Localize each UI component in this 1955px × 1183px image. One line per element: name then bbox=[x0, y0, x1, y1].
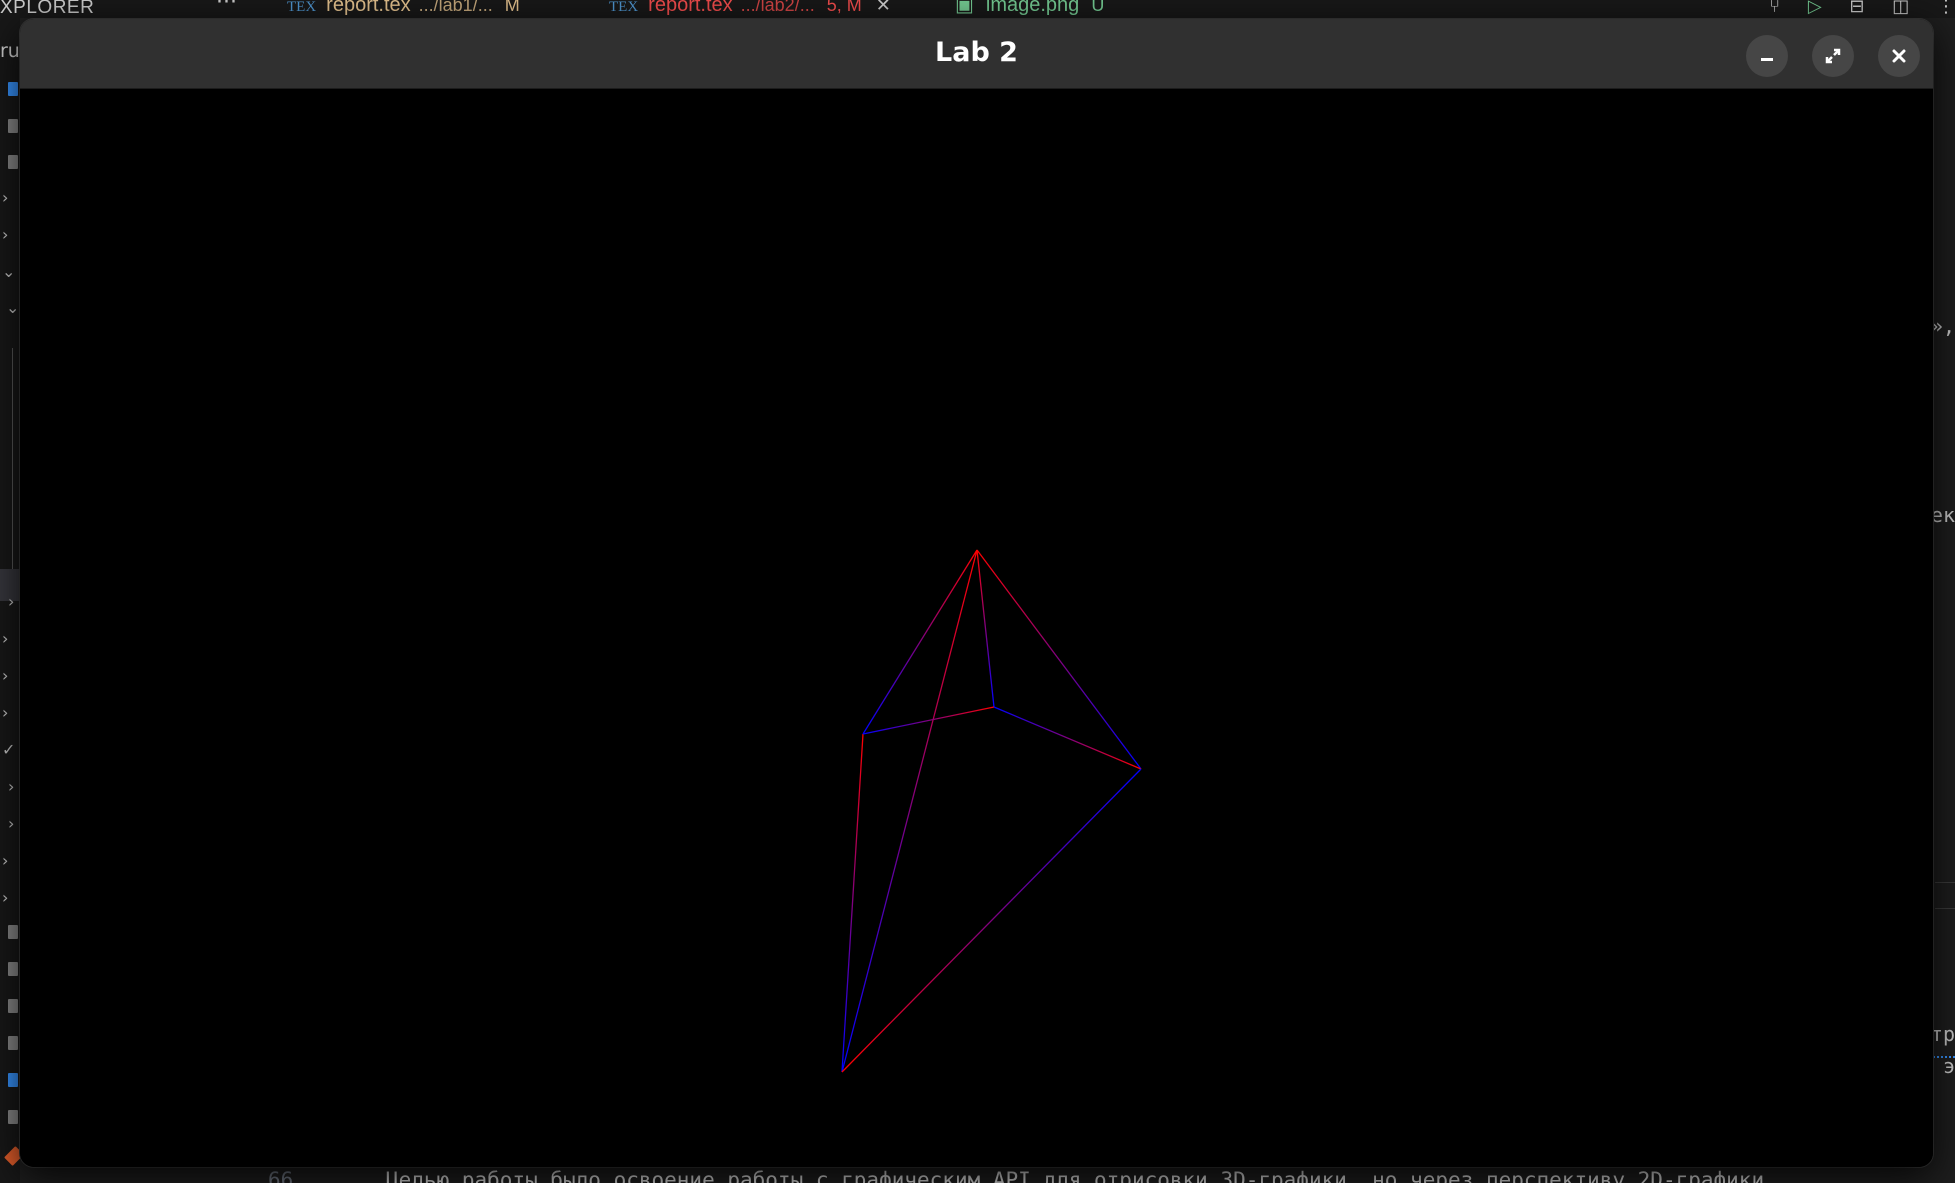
edge-left-center bbox=[862, 706, 995, 735]
tab-label: report.tex bbox=[648, 0, 733, 16]
chevron-right-icon[interactable]: › bbox=[8, 814, 14, 833]
file-icon bbox=[8, 1036, 18, 1050]
divider bbox=[1935, 908, 1955, 909]
check-icon: ✓ bbox=[2, 740, 16, 759]
tab-status: 5, M bbox=[826, 0, 862, 15]
chevron-right-icon[interactable]: › bbox=[2, 629, 8, 648]
edge-apex-bottom bbox=[841, 549, 978, 1073]
edge-right-bottom bbox=[841, 768, 1142, 1073]
explorer-title: XPLORER bbox=[0, 0, 95, 18]
close-button[interactable] bbox=[1878, 35, 1920, 77]
text-fragment: ек bbox=[1930, 503, 1955, 527]
editor-actions: ⑂ ▷ ⊟ ◫ ⋮ bbox=[1747, 0, 1955, 17]
window-titlebar[interactable]: Lab 2 bbox=[20, 19, 1933, 89]
image-icon bbox=[8, 155, 18, 169]
editor-right-edge: », ек тр э bbox=[1931, 18, 1955, 1183]
tree-guide bbox=[12, 348, 13, 578]
close-tab-icon[interactable]: ✕ bbox=[876, 0, 891, 15]
minimize-button[interactable] bbox=[1746, 35, 1788, 77]
text-fragment: », bbox=[1930, 314, 1955, 338]
source-control-icon[interactable]: ⑂ bbox=[1769, 0, 1780, 17]
tex-file-icon: TEX bbox=[609, 0, 639, 15]
chevron-right-icon[interactable]: › bbox=[2, 703, 8, 722]
divider bbox=[1935, 882, 1955, 883]
tab-path: .../lab1/... bbox=[418, 0, 493, 15]
close-icon bbox=[1892, 49, 1906, 63]
more-icon[interactable]: ⋮ bbox=[1937, 0, 1955, 17]
explorer-sidebar: ru › › ⌄ ⌄ › › › › ✓ › › › › bbox=[0, 18, 24, 1183]
edge-center-right bbox=[993, 706, 1142, 770]
file-icon bbox=[8, 82, 18, 96]
chevron-down-icon[interactable]: ⌄ bbox=[6, 298, 19, 317]
chevron-down-icon[interactable]: ⌄ bbox=[2, 262, 15, 281]
file-icon bbox=[8, 999, 18, 1013]
window-title: Lab 2 bbox=[935, 37, 1018, 68]
chevron-right-icon[interactable]: › bbox=[2, 666, 8, 685]
edge-left-bottom bbox=[841, 733, 864, 1073]
file-icon bbox=[8, 119, 18, 133]
text-fragment: тр bbox=[1930, 1022, 1955, 1046]
text-fragment: э bbox=[1942, 1054, 1955, 1078]
render-canvas[interactable] bbox=[20, 89, 1933, 1167]
chevron-right-icon[interactable]: › bbox=[2, 225, 8, 244]
tab-image-png[interactable]: ▣ image.png U bbox=[955, 0, 1104, 18]
chevron-right-icon[interactable]: › bbox=[2, 188, 8, 207]
edge-apex-center bbox=[976, 549, 995, 708]
editor-tab-bar: XPLORER ··· TEX report.tex .../lab1/... M T… bbox=[0, 0, 1955, 18]
run-icon[interactable]: ▷ bbox=[1808, 0, 1822, 17]
tex-file-icon: TEX bbox=[287, 0, 317, 15]
tab-label: image.png bbox=[985, 0, 1080, 16]
file-icon bbox=[8, 1110, 18, 1124]
tab-path: .../lab2/... bbox=[740, 0, 815, 15]
more-actions-icon[interactable]: ··· bbox=[216, 0, 237, 15]
chevron-right-icon[interactable]: › bbox=[8, 592, 14, 611]
minimize-icon bbox=[1761, 58, 1773, 61]
edge-apex-left bbox=[862, 549, 978, 735]
tab-status: U bbox=[1091, 0, 1105, 15]
edge-apex-right bbox=[976, 549, 1142, 770]
file-icon bbox=[8, 962, 18, 976]
maximize-icon bbox=[1825, 48, 1841, 64]
sidebar-fragment: ru bbox=[0, 40, 20, 62]
chevron-right-icon[interactable]: › bbox=[2, 888, 8, 907]
image-file-icon: ▣ bbox=[955, 0, 974, 16]
chevron-right-icon[interactable]: › bbox=[8, 777, 14, 796]
tab-status: M bbox=[504, 0, 520, 15]
tab-label: report.tex bbox=[326, 0, 411, 16]
split-preview-icon[interactable]: ⊟ bbox=[1849, 0, 1864, 17]
tab-report-lab2[interactable]: TEX report.tex .../lab2/... 5, M ✕ bbox=[609, 0, 891, 18]
line-text: Целью работы было освоение работы с граф… bbox=[386, 1168, 1765, 1183]
lab2-window: Lab 2 bbox=[20, 19, 1933, 1167]
tab-report-lab1[interactable]: TEX report.tex .../lab1/... M bbox=[287, 0, 520, 18]
chevron-right-icon[interactable]: › bbox=[2, 851, 8, 870]
wireframe-scene bbox=[841, 549, 1142, 1073]
file-icon bbox=[8, 925, 18, 939]
split-editor-icon[interactable]: ◫ bbox=[1892, 0, 1909, 17]
file-icon bbox=[8, 1073, 18, 1087]
maximize-button[interactable] bbox=[1812, 35, 1854, 77]
